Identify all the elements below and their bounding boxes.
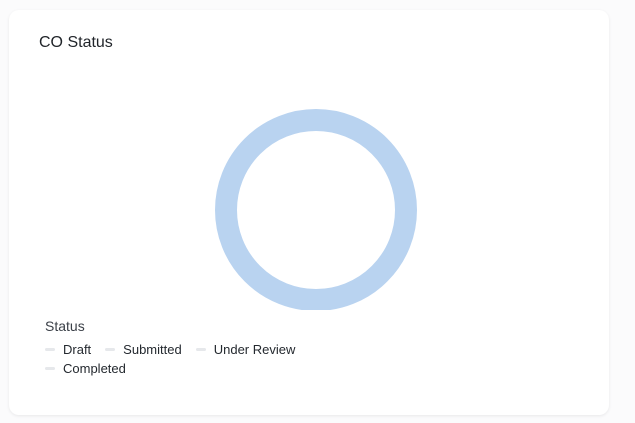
legend-swatch [105,348,116,351]
legend-swatch [195,348,206,351]
legend-label: Submitted [123,342,182,357]
legend-items: Draft Submitted Under Review Completed [45,342,385,376]
legend-title: Status [45,318,85,334]
legend-item-completed[interactable]: Completed [45,361,126,376]
legend-item-under-review[interactable]: Under Review [195,342,296,357]
legend-item-submitted[interactable]: Submitted [105,342,182,357]
donut-chart [9,70,609,310]
card-title: CO Status [39,34,113,51]
legend-label: Completed [63,361,126,376]
legend-label: Draft [63,342,92,357]
legend-swatch [45,348,55,351]
legend-item-draft[interactable]: Draft [45,342,91,357]
page: CO Status Status Draft Submitted Under R… [0,0,635,423]
legend-label: Under Review [213,342,296,357]
donut-slice-draft[interactable] [215,109,417,310]
donut-chart-svg [215,109,417,310]
legend-swatch [45,367,55,370]
co-status-card: CO Status Status Draft Submitted Under R… [9,10,609,415]
legend: Status Draft Submitted Under Review Comp… [45,318,465,376]
